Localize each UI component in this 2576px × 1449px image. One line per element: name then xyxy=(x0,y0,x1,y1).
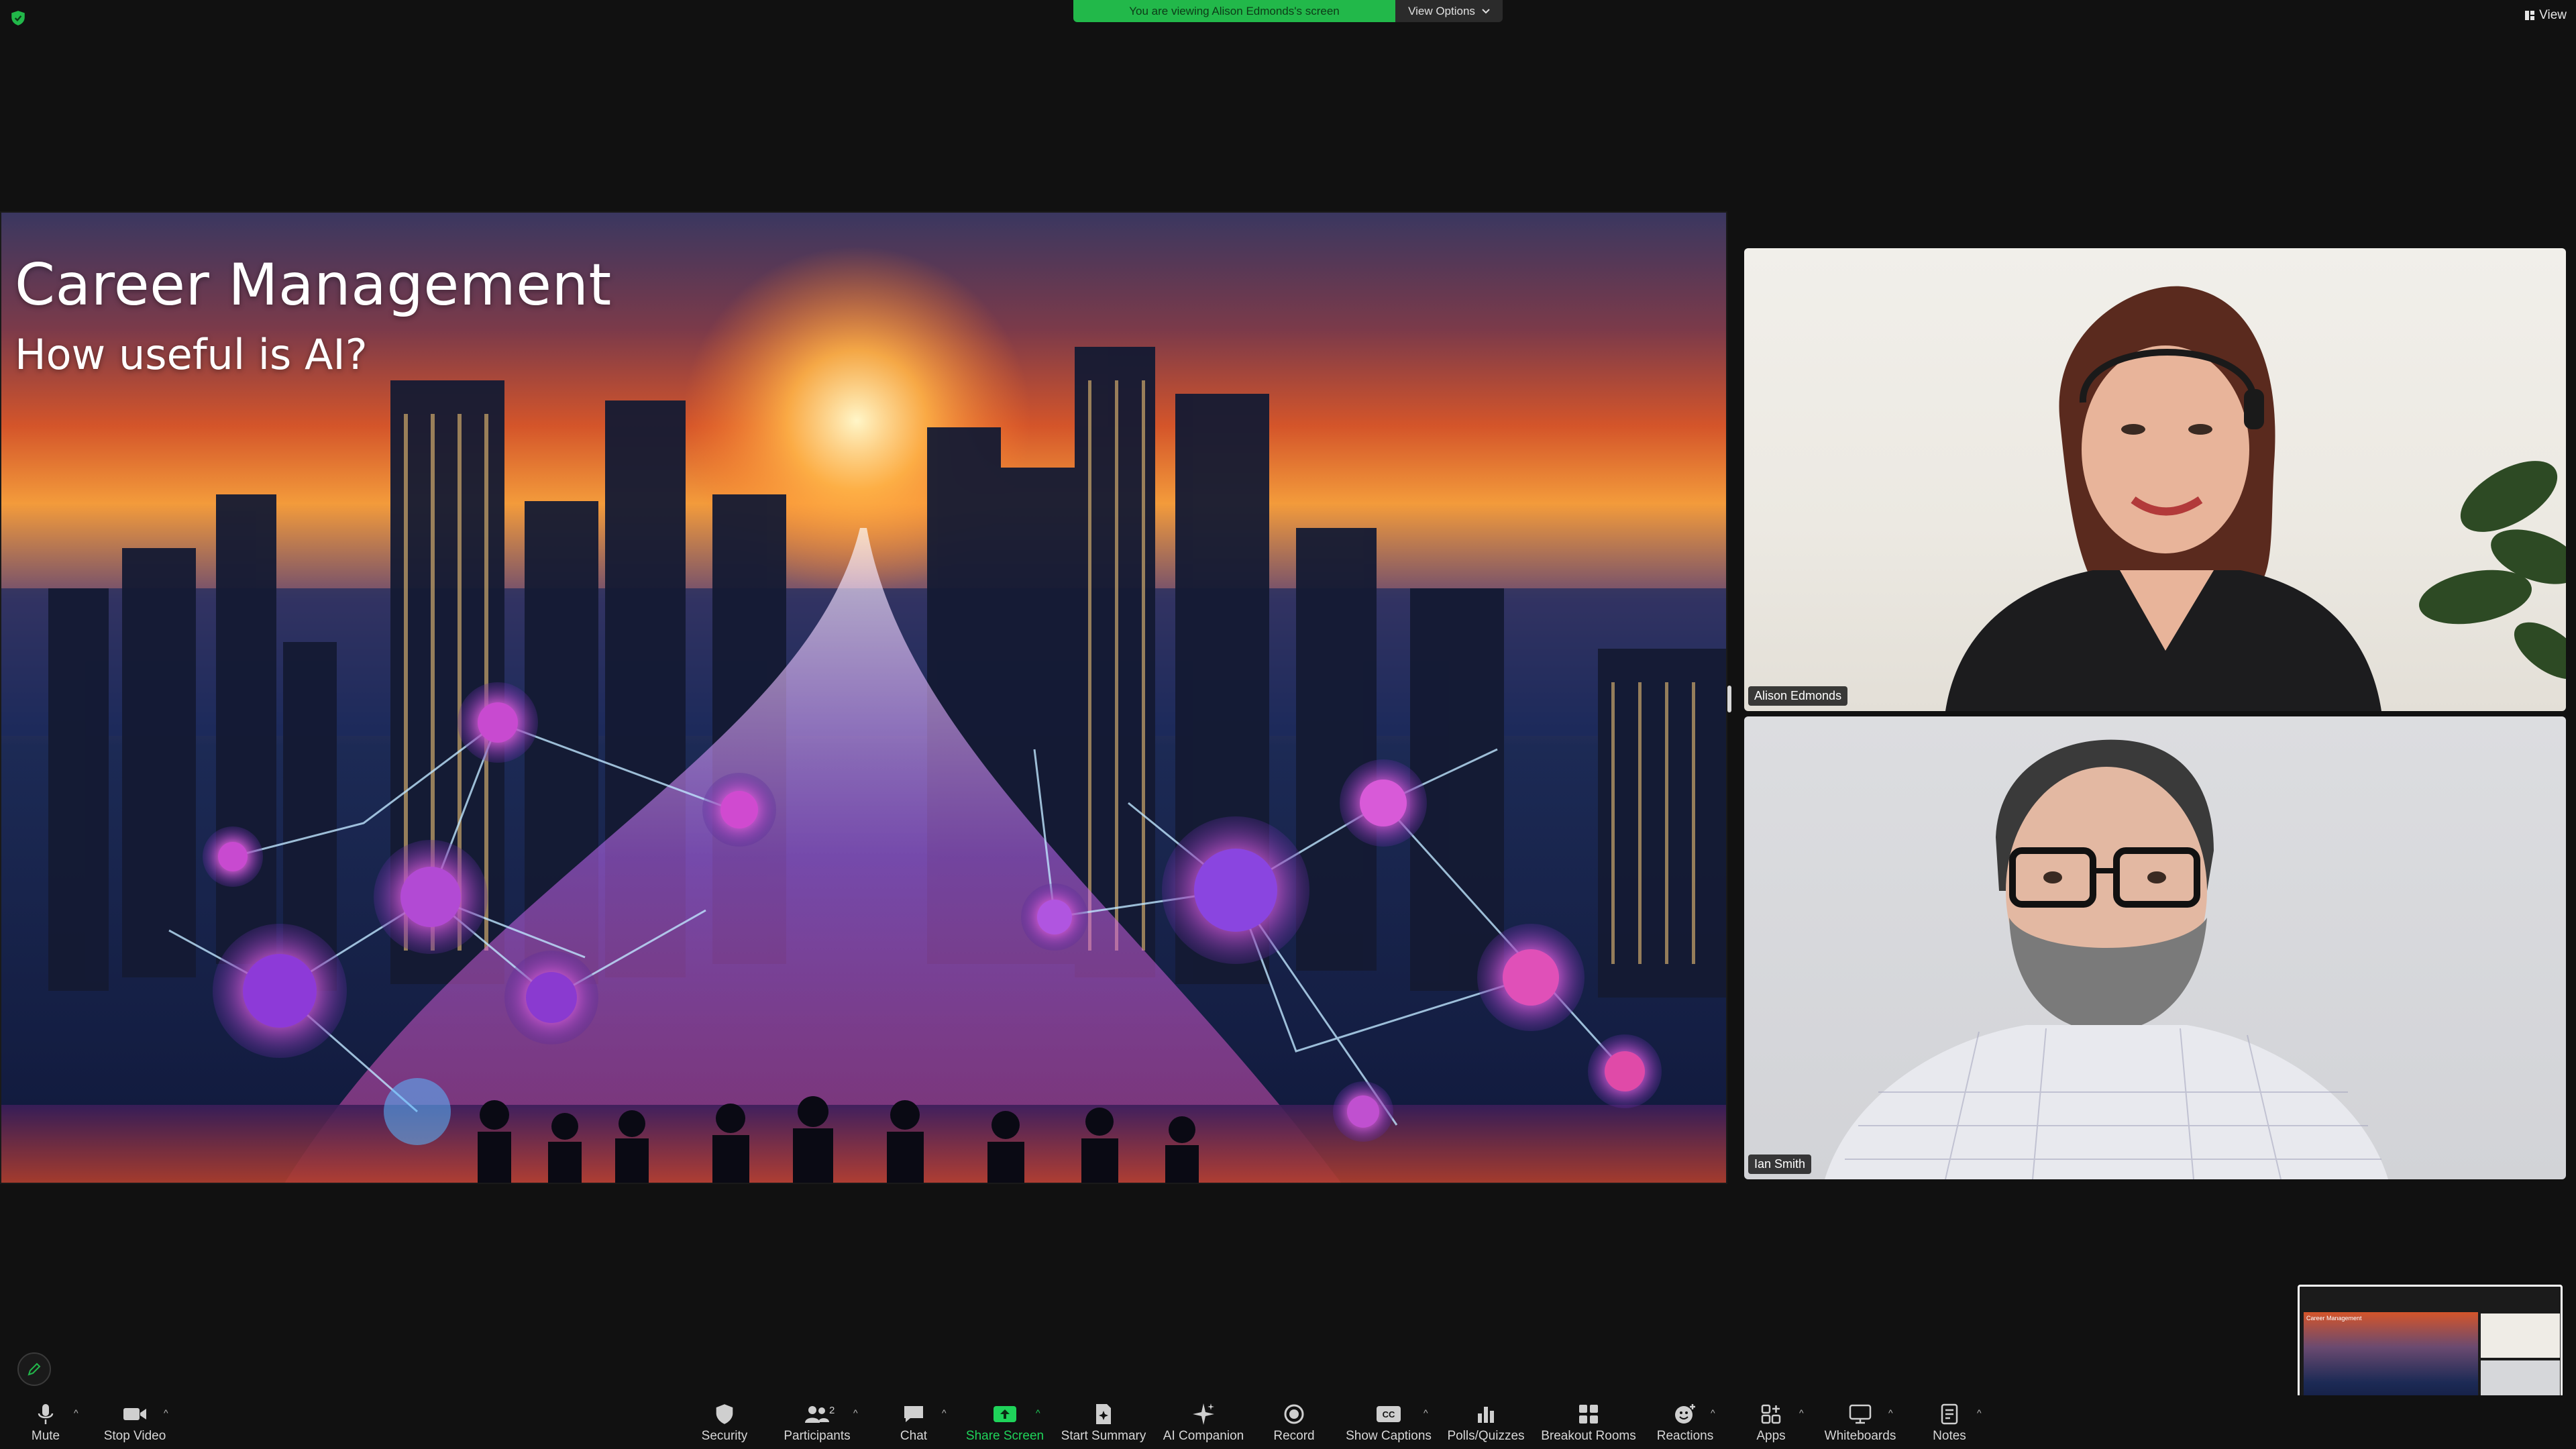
show-captions-label: Show Captions xyxy=(1346,1429,1432,1443)
start-summary-label: Start Summary xyxy=(1061,1429,1146,1443)
security-label: Security xyxy=(701,1429,748,1443)
chat-label: Chat xyxy=(900,1429,928,1443)
apps-icon xyxy=(1761,1404,1781,1424)
view-label: View xyxy=(2539,8,2567,22)
slide-subtitle: How useful is AI? xyxy=(15,330,368,379)
captions-cc-icon: CC xyxy=(1377,1406,1401,1422)
security-button[interactable]: Security xyxy=(674,1401,775,1444)
reaction-smiley-icon xyxy=(1675,1404,1695,1424)
polls-quizzes-button[interactable]: Polls/Quizzes xyxy=(1436,1401,1536,1444)
chat-bubble-icon xyxy=(904,1406,923,1422)
participants-icon xyxy=(805,1406,829,1423)
video-tile-ian[interactable]: Ian Smith xyxy=(1744,716,2566,1179)
video-tile-alison[interactable]: Alison Edmonds xyxy=(1744,248,2566,711)
annotate-button[interactable] xyxy=(17,1352,51,1386)
whiteboards-button[interactable]: Whiteboards xyxy=(1810,1401,1911,1444)
start-summary-button[interactable]: Start Summary xyxy=(1053,1401,1154,1444)
record-icon xyxy=(1284,1404,1304,1424)
record-button[interactable]: Record xyxy=(1244,1401,1344,1444)
chat-button[interactable]: Chat xyxy=(863,1401,964,1444)
poll-bar-chart-icon xyxy=(1478,1407,1494,1423)
ai-companion-button[interactable]: AI Companion xyxy=(1153,1401,1254,1444)
participant-video-feed xyxy=(1945,286,2566,711)
view-grid-icon xyxy=(2525,11,2535,20)
whiteboards-label: Whiteboards xyxy=(1824,1429,1896,1443)
microphone-icon xyxy=(38,1404,54,1424)
sparkle-icon xyxy=(1193,1403,1214,1425)
viewing-screen-message: You are viewing Alison Edmonds's screen xyxy=(1073,0,1395,22)
zoom-meeting-window: You are viewing Alison Edmonds's screen … xyxy=(0,0,2576,1449)
shared-screen[interactable]: Career Management How useful is AI? xyxy=(0,211,1727,1184)
whiteboards-options-caret[interactable]: ^ xyxy=(1888,1407,1893,1418)
whiteboard-icon xyxy=(1849,1404,1872,1424)
participants-count-badge: 2 xyxy=(829,1405,835,1416)
stop-video-button[interactable]: Stop Video xyxy=(85,1401,185,1444)
apps-button[interactable]: Apps xyxy=(1721,1401,1821,1444)
svg-text:CC: CC xyxy=(1383,1409,1395,1419)
apps-options-caret[interactable]: ^ xyxy=(1799,1407,1804,1418)
mute-options-caret[interactable]: ^ xyxy=(74,1407,78,1418)
apps-label: Apps xyxy=(1756,1429,1786,1443)
slide-title: Career Management xyxy=(15,252,612,319)
share-screen-label: Share Screen xyxy=(965,1429,1044,1443)
notes-icon xyxy=(1941,1403,1958,1425)
view-options-button[interactable]: View Options xyxy=(1395,0,1503,22)
participants-options-caret[interactable]: ^ xyxy=(853,1407,858,1418)
chat-options-caret[interactable]: ^ xyxy=(942,1407,947,1418)
reactions-label: Reactions xyxy=(1656,1429,1714,1443)
mute-label: Mute xyxy=(31,1429,60,1443)
stop-video-label: Stop Video xyxy=(103,1429,166,1443)
video-options-caret[interactable]: ^ xyxy=(164,1407,168,1418)
meeting-toolbar: Mute ^ Stop Video ^ Security 2 Participa… xyxy=(0,1395,2576,1449)
mini-video-tile xyxy=(2481,1313,2560,1358)
share-screen-icon xyxy=(994,1406,1016,1422)
viewing-banner: You are viewing Alison Edmonds's screen … xyxy=(1073,0,1503,22)
chevron-down-icon xyxy=(1482,8,1490,13)
breakout-grid-icon xyxy=(1579,1405,1598,1424)
mini-slide-title: Career Management xyxy=(2306,1315,2362,1322)
notes-options-caret[interactable]: ^ xyxy=(1977,1407,1982,1418)
view-options-label: View Options xyxy=(1408,4,1475,17)
participant-name-tag: Alison Edmonds xyxy=(1748,686,1848,706)
participants-button[interactable]: 2 Participants xyxy=(767,1401,867,1444)
record-label: Record xyxy=(1273,1429,1315,1443)
layout-resize-handle[interactable] xyxy=(1727,686,1731,712)
summary-document-icon xyxy=(1096,1404,1111,1424)
view-button[interactable]: View xyxy=(2524,8,2567,23)
mute-button[interactable]: Mute xyxy=(0,1401,96,1444)
polls-quizzes-label: Polls/Quizzes xyxy=(1447,1429,1525,1443)
notes-label: Notes xyxy=(1933,1429,1966,1443)
captions-options-caret[interactable]: ^ xyxy=(1424,1407,1428,1418)
encryption-shield-icon[interactable] xyxy=(9,9,27,27)
breakout-rooms-button[interactable]: Breakout Rooms xyxy=(1538,1401,1639,1444)
video-camera-icon xyxy=(123,1408,146,1420)
notes-button[interactable]: Notes xyxy=(1899,1401,2000,1444)
participant-video-feed xyxy=(1825,739,2388,1179)
ai-companion-label: AI Companion xyxy=(1163,1429,1244,1443)
participant-name-tag: Ian Smith xyxy=(1748,1155,1812,1174)
breakout-rooms-label: Breakout Rooms xyxy=(1541,1429,1636,1443)
participants-label: Participants xyxy=(784,1429,851,1443)
pencil-icon xyxy=(28,1362,41,1376)
reactions-options-caret[interactable]: ^ xyxy=(1711,1407,1715,1418)
security-shield-icon xyxy=(716,1404,733,1424)
share-options-caret[interactable]: ^ xyxy=(1036,1407,1040,1418)
